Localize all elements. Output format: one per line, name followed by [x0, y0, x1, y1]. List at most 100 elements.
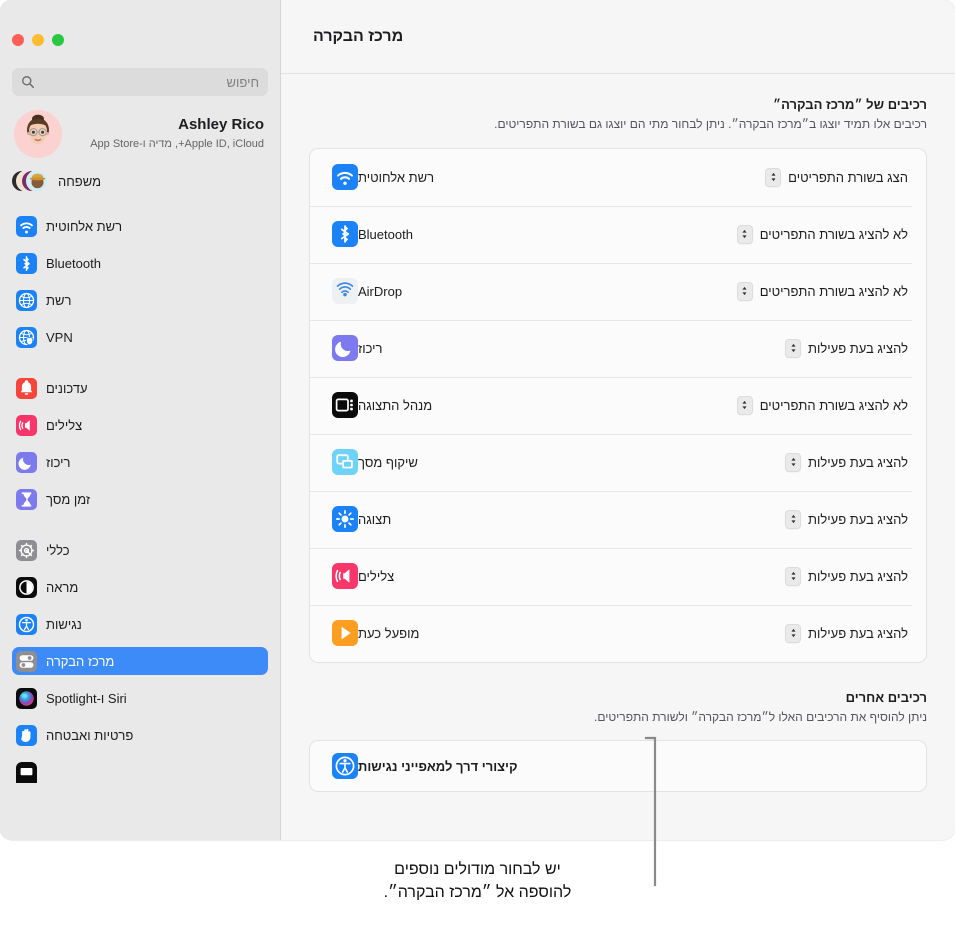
sidebar-item-notifications[interactable]: עדכונים	[12, 374, 268, 402]
row-label: רשת אלחוטית	[358, 169, 435, 185]
other-modules-section: רכיבים אחרים ניתן להוסיף את הרכיבים האלו…	[309, 689, 927, 793]
row-label: מנהל התצוגה	[358, 397, 433, 413]
focus-moon-icon	[16, 451, 37, 473]
system-settings-window: חיפוש Ashley Rico Apple ID, iCloud+, מדי…	[0, 0, 955, 840]
menubar-visibility-popup[interactable]: להציג בעת פעילות	[782, 336, 912, 361]
menubar-visibility-popup[interactable]: להציג בעת פעילות	[782, 621, 912, 646]
search-field[interactable]: חיפוש	[12, 68, 268, 96]
sidebar-item-family[interactable]: משפחה	[11, 164, 268, 198]
sidebar-item-label: מרכז הבקרה	[46, 653, 115, 669]
sidebar-item-partial[interactable]	[12, 758, 268, 786]
popup-value: לא להציג בשורת התפריטים	[759, 397, 908, 413]
content-titlebar: מרכז הבקרה	[281, 0, 955, 74]
menubar-visibility-popup[interactable]: להציג בעת פעילות	[782, 564, 912, 589]
callout-text: יש לבחור מודולים נוספים להוספה אל ״מרכז …	[0, 858, 955, 904]
sidebar-item-label: עדכונים	[46, 380, 88, 396]
sidebar-item-label: רשת אלחוטית	[46, 218, 123, 234]
network-globe-icon	[16, 289, 37, 311]
sidebar: חיפוש Ashley Rico Apple ID, iCloud+, מדי…	[0, 0, 280, 840]
maximize-window-button[interactable]	[52, 34, 64, 46]
table-row[interactable]: שיקוף מסך להציג בעת פעילות	[310, 433, 926, 491]
page-title: מרכז הבקרה	[313, 27, 404, 45]
table-row[interactable]: Bluetooth לא להציג בשורת התפריטים	[310, 205, 926, 263]
wifi-icon	[332, 164, 358, 191]
desktop-dock-icon	[16, 761, 37, 783]
menubar-visibility-popup[interactable]: הצג בשורת התפריטים	[762, 165, 912, 190]
section-title: רכיבים של ״מרכז הבקרה״	[773, 97, 927, 112]
sidebar-item-vpn[interactable]: VPN	[12, 323, 268, 351]
vpn-globe-icon	[16, 326, 37, 348]
sidebar-item-sound[interactable]: צלילים	[12, 411, 268, 439]
menubar-visibility-popup[interactable]: להציג בעת פעילות	[782, 450, 912, 475]
siri-icon	[16, 687, 37, 709]
section-description: רכיבים אלו תמיד יוצגו ב״מרכז הבקרה״. נית…	[494, 117, 927, 132]
other-section-description: ניתן להוסיף את הרכיבים האלו ל״מרכז הבקרה…	[593, 709, 927, 724]
row-label: מופעל כעת	[358, 625, 420, 641]
sidebar-item-general[interactable]: כללי	[12, 536, 268, 564]
sidebar-item-privacy-security[interactable]: פרטיות ואבטחה	[12, 721, 268, 749]
avatar	[14, 110, 62, 158]
sidebar-item-network[interactable]: רשת	[12, 286, 268, 314]
privacy-hand-icon	[16, 724, 37, 746]
table-row[interactable]: קיצורי דרך למאפייני נגישות	[310, 741, 926, 791]
focus-moon-icon	[332, 335, 358, 362]
popup-value: לא להציג בשורת התפריטים	[759, 226, 908, 242]
other-section-title: רכיבים אחרים	[845, 689, 927, 705]
general-gear-icon	[16, 539, 37, 561]
bluetooth-icon	[332, 221, 358, 248]
sidebar-item-control-center[interactable]: מרכז הבקרה	[12, 647, 268, 675]
search-icon	[21, 75, 35, 89]
table-row[interactable]: מנהל התצוגה לא להציג בשורת התפריטים	[310, 376, 926, 434]
control-center-icon	[16, 650, 37, 672]
section-header: רכיבים של ״מרכז הבקרה״ רכיבים אלו תמיד י…	[309, 96, 927, 134]
table-row[interactable]: תצוגה להציג בעת פעילות	[310, 490, 926, 548]
minimize-window-button[interactable]	[32, 34, 44, 46]
stage-manager-icon	[332, 392, 358, 419]
sidebar-item-screen-time[interactable]: זמן מסך	[12, 485, 268, 513]
content-body: רכיבים של ״מרכז הבקרה״ רכיבים אלו תמיד י…	[281, 74, 955, 840]
sidebar-item-wifi[interactable]: רשת אלחוטית	[12, 212, 268, 240]
popup-value: הצג בשורת התפריטים	[788, 169, 908, 185]
sidebar-item-siri-spotlight[interactable]: Siri ו-Spotlight	[12, 684, 268, 712]
table-row[interactable]: מופעל כעת להציג בעת פעילות	[310, 604, 926, 662]
table-row[interactable]: AirDrop לא להציג בשורת התפריטים	[310, 262, 926, 320]
sidebar-item-accessibility[interactable]: נגישות	[12, 610, 268, 638]
accessibility-icon	[332, 753, 358, 780]
sound-speaker-icon	[332, 563, 358, 590]
menubar-visibility-popup[interactable]: להציג בעת פעילות	[782, 507, 912, 532]
sidebar-item-label: פרטיות ואבטחה	[46, 727, 134, 743]
sidebar-item-bluetooth[interactable]: Bluetooth	[12, 249, 268, 277]
screen-time-hourglass-icon	[16, 488, 37, 510]
popup-value: לא להציג בשורת התפריטים	[759, 283, 908, 299]
chevron-up-down-icon	[765, 167, 782, 187]
table-row[interactable]: ריכוז להציג בעת פעילות	[310, 319, 926, 377]
table-row[interactable]: צלילים להציג בעת פעילות	[310, 547, 926, 605]
row-label: קיצורי דרך למאפייני נגישות	[358, 758, 518, 774]
close-window-button[interactable]	[12, 34, 24, 46]
search-placeholder: חיפוש	[226, 74, 259, 90]
chevron-up-down-icon	[736, 395, 753, 415]
now-playing-icon	[332, 620, 358, 647]
chevron-up-down-icon	[785, 566, 802, 586]
account-subtitle: Apple ID, iCloud+, מדיה ו-App Store	[90, 137, 264, 150]
account-row[interactable]: Ashley Rico Apple ID, iCloud+, מדיה ו-Ap…	[12, 96, 268, 164]
row-label: ריכוז	[358, 340, 383, 356]
airdrop-icon	[332, 278, 358, 305]
sidebar-item-focus[interactable]: ריכוז	[12, 448, 268, 476]
sidebar-item-label: צלילים	[46, 417, 83, 433]
sidebar-item-label: רשת	[46, 292, 72, 308]
wifi-icon	[16, 215, 37, 237]
chevron-up-down-icon	[785, 623, 802, 643]
menubar-visibility-popup[interactable]: לא להציג בשורת התפריטים	[734, 222, 912, 247]
appearance-contrast-icon	[16, 576, 37, 598]
sidebar-group-divider	[12, 360, 268, 374]
chevron-up-down-icon	[785, 338, 802, 358]
menubar-visibility-popup[interactable]: לא להציג בשורת התפריטים	[734, 279, 912, 304]
sidebar-item-label: זמן מסך	[46, 491, 91, 507]
sidebar-item-label: Bluetooth	[46, 255, 101, 271]
table-row[interactable]: רשת אלחוטית הצג בשורת התפריטים	[310, 149, 926, 206]
menubar-visibility-popup[interactable]: לא להציג בשורת התפריטים	[734, 393, 912, 418]
sound-speaker-icon	[16, 414, 37, 436]
chevron-up-down-icon	[736, 281, 753, 301]
sidebar-item-appearance[interactable]: מראה	[12, 573, 268, 601]
